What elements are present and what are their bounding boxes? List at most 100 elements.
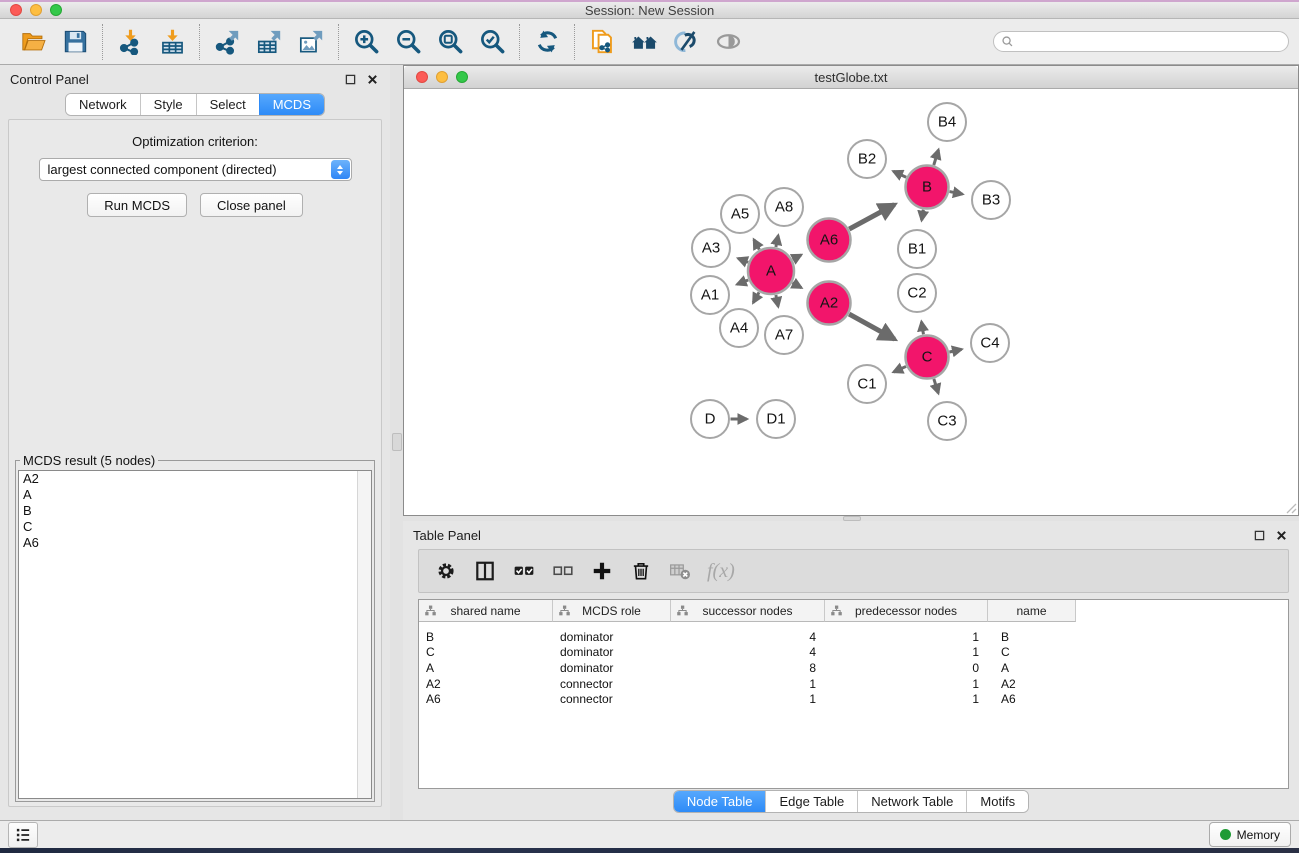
column-header-shared-name[interactable]: shared name (419, 600, 553, 622)
tab-motifs[interactable]: Motifs (966, 791, 1028, 812)
table-mode-gear-icon[interactable] (434, 559, 458, 583)
deselect-all-checkboxes-icon[interactable] (551, 559, 575, 583)
graph-node-A2[interactable]: A2 (808, 282, 851, 325)
table-cell[interactable]: dominator (553, 645, 671, 659)
mcds-result-item[interactable]: B (19, 503, 371, 519)
tab-select[interactable]: Select (196, 94, 259, 115)
import-table-icon[interactable] (157, 27, 187, 57)
tab-node-table[interactable]: Node Table (674, 791, 766, 812)
graph-edge-A-A5[interactable] (754, 240, 759, 250)
refresh-layout-icon[interactable] (532, 27, 562, 57)
task-history-button[interactable] (8, 822, 38, 848)
mcds-result-item[interactable]: C (19, 519, 371, 535)
table-cell[interactable]: 1 (825, 692, 988, 706)
mcds-list-scrollbar[interactable] (357, 471, 371, 798)
save-session-icon[interactable] (60, 27, 90, 57)
graph-edge-A-A8[interactable] (776, 236, 778, 247)
tab-network[interactable]: Network (66, 94, 140, 115)
search-input[interactable] (1018, 34, 1288, 50)
resize-grip-icon[interactable] (1283, 500, 1297, 514)
control-panel-float-button[interactable] (342, 71, 358, 87)
table-row[interactable]: A6connector11A6 (419, 691, 1288, 707)
graph-edge-B-B3[interactable] (950, 192, 963, 195)
graph-node-A6[interactable]: A6 (808, 219, 851, 262)
column-header-MCDS-role[interactable]: MCDS role (553, 600, 671, 622)
graph-node-D1[interactable]: D1 (757, 400, 795, 438)
delete-column-trash-icon[interactable] (629, 559, 653, 583)
minimize-window-button[interactable] (30, 4, 42, 16)
graph-node-A8[interactable]: A8 (765, 188, 803, 226)
show-columns-icon[interactable] (473, 559, 497, 583)
table-cell[interactable]: 1 (825, 645, 988, 659)
table-cell[interactable]: A (419, 661, 553, 675)
zoom-selected-icon[interactable] (477, 27, 507, 57)
table-panel-float-button[interactable] (1251, 527, 1267, 543)
column-header-successor-nodes[interactable]: successor nodes (671, 600, 825, 622)
graph-node-A[interactable]: A (748, 248, 794, 294)
zoom-window-button[interactable] (50, 4, 62, 16)
graph-edge-A-A3[interactable] (738, 258, 748, 262)
graph-edge-B-B1[interactable] (922, 210, 924, 221)
graph-edge-B-B2[interactable] (893, 171, 906, 177)
table-cell[interactable]: A2 (988, 677, 1076, 691)
tab-mcds[interactable]: MCDS (259, 94, 324, 115)
table-cell[interactable]: 4 (671, 645, 825, 659)
table-cell[interactable]: 1 (671, 677, 825, 691)
graph-node-B[interactable]: B (906, 166, 949, 209)
vertical-split-divider[interactable] (390, 65, 403, 821)
graph-edge-C-C4[interactable] (949, 349, 961, 352)
table-row[interactable]: Bdominator41B (419, 629, 1288, 645)
graph-node-A4[interactable]: A4 (720, 309, 758, 347)
table-cell[interactable]: C (419, 645, 553, 659)
graph-edge-A6-B[interactable] (849, 205, 894, 229)
graph-edge-B-B4[interactable] (934, 150, 939, 165)
table-cell[interactable]: 1 (825, 630, 988, 644)
search-field[interactable] (993, 31, 1289, 52)
zoom-in-icon[interactable] (351, 27, 381, 57)
tab-edge-table[interactable]: Edge Table (765, 791, 857, 812)
vertical-divider-grip[interactable] (392, 433, 402, 451)
graph-edge-C-C2[interactable] (921, 322, 923, 335)
hide-graphics-details-icon[interactable] (671, 27, 701, 57)
zoom-fit-icon[interactable] (435, 27, 465, 57)
open-session-icon[interactable] (18, 27, 48, 57)
mcds-result-item[interactable]: A2 (19, 471, 371, 487)
graph-edge-A-A7[interactable] (776, 295, 778, 306)
graph-node-D[interactable]: D (691, 400, 729, 438)
optimization-criterion-select[interactable]: largest connected component (directed) (39, 158, 352, 181)
network-canvas[interactable]: B4B2BB3A8A5A6A3B1AC2A1A2A4A7C4CC1C3DD1 (404, 89, 1298, 515)
table-cell[interactable]: 8 (671, 661, 825, 675)
network-zoom-button[interactable] (456, 71, 468, 83)
tab-style[interactable]: Style (140, 94, 196, 115)
create-column-plus-icon[interactable] (590, 559, 614, 583)
graph-node-B2[interactable]: B2 (848, 140, 886, 178)
graph-node-C1[interactable]: C1 (848, 365, 886, 403)
export-table-icon[interactable] (254, 27, 284, 57)
graph-edge-A-A6[interactable] (793, 255, 802, 260)
table-cell[interactable]: C (988, 645, 1076, 659)
table-cell[interactable]: B (419, 630, 553, 644)
table-row[interactable]: Cdominator41C (419, 645, 1288, 661)
graph-edge-A-A4[interactable] (753, 292, 759, 302)
mcds-result-item[interactable]: A6 (19, 535, 371, 551)
graph-node-C[interactable]: C (906, 336, 949, 379)
table-cell[interactable]: dominator (553, 630, 671, 644)
table-cell[interactable]: A2 (419, 677, 553, 691)
show-hide-eye-icon[interactable] (713, 27, 743, 57)
table-cell[interactable]: 4 (671, 630, 825, 644)
zoom-out-icon[interactable] (393, 27, 423, 57)
table-cell[interactable]: 1 (671, 692, 825, 706)
table-panel-close-button[interactable] (1273, 527, 1289, 543)
tab-network-table[interactable]: Network Table (857, 791, 966, 812)
close-panel-button[interactable]: Close panel (200, 193, 303, 217)
table-row[interactable]: Adominator80A (419, 660, 1288, 676)
graph-node-C3[interactable]: C3 (928, 402, 966, 440)
control-panel-close-button[interactable] (364, 71, 380, 87)
copy-network-icon[interactable] (587, 27, 617, 57)
table-cell[interactable]: 1 (825, 677, 988, 691)
graph-edge-A-A2[interactable] (792, 283, 801, 288)
cyndex-houses-icon[interactable] (629, 27, 659, 57)
network-minimize-button[interactable] (436, 71, 448, 83)
table-cell[interactable]: connector (553, 677, 671, 691)
graph-edge-C-C3[interactable] (934, 379, 938, 393)
